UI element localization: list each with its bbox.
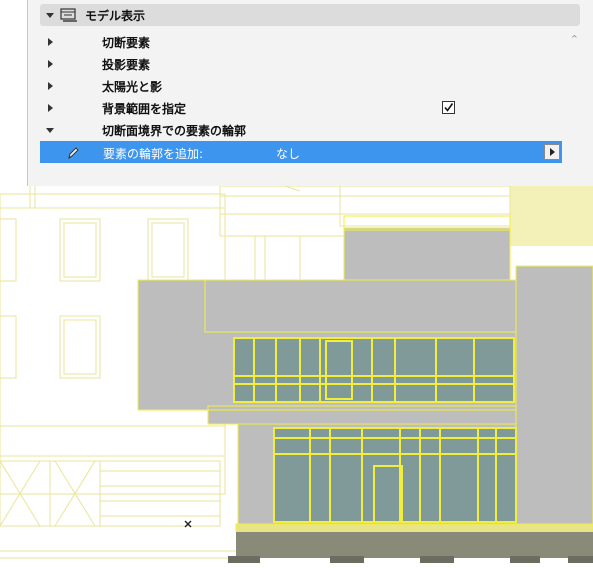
row-label: 切断要素 bbox=[102, 36, 151, 50]
expand-arrow-icon[interactable] bbox=[48, 82, 53, 90]
tree-row-cut-elements[interactable]: 切断要素 bbox=[40, 31, 560, 53]
background-range-checkbox[interactable] bbox=[442, 101, 455, 114]
right-column bbox=[515, 265, 593, 527]
collapse-arrow-icon[interactable] bbox=[46, 128, 54, 133]
pen-icon bbox=[66, 145, 80, 160]
collapse-arrow-icon[interactable] bbox=[46, 13, 54, 18]
row-label: 切断面境界での要素の輪郭 bbox=[102, 124, 247, 138]
row-label: 背景範囲を指定 bbox=[102, 102, 187, 116]
row-label: 太陽光と影 bbox=[102, 80, 163, 94]
value-popup-button[interactable] bbox=[544, 144, 560, 160]
section-header-model-display[interactable]: モデル表示 bbox=[40, 4, 580, 26]
elevation-drawing-viewport[interactable] bbox=[0, 186, 593, 568]
ground-base bbox=[236, 532, 593, 558]
tree-row-element-outline-at-cut-boundary[interactable]: 切断面境界での要素の輪郭 bbox=[40, 119, 560, 141]
tree-row-projected-elements[interactable]: 投影要素 bbox=[40, 53, 560, 75]
checkmark-icon bbox=[444, 103, 454, 112]
property-value[interactable]: なし bbox=[276, 145, 300, 162]
row-label: 投影要素 bbox=[102, 58, 151, 72]
arrow-right-icon bbox=[550, 148, 555, 156]
background-area bbox=[510, 186, 593, 246]
expand-arrow-icon[interactable] bbox=[48, 60, 53, 68]
expand-arrow-icon[interactable] bbox=[48, 38, 53, 46]
scroll-up-icon[interactable]: ⌃ bbox=[570, 33, 579, 46]
model-display-icon bbox=[60, 7, 78, 23]
building-elevation-drawing bbox=[0, 186, 593, 563]
tree-row-sun-and-shadow[interactable]: 太陽光と影 bbox=[40, 75, 560, 97]
add-element-outline-row[interactable]: 要素の輪郭を追加: なし bbox=[40, 141, 562, 163]
property-label: 要素の輪郭を追加: bbox=[103, 147, 204, 161]
model-display-panel: モデル表示 ⌃ 切断要素 投影要素 太陽光と影 背景範囲を指定 切断面境界での要… bbox=[27, 0, 593, 186]
upper-block bbox=[343, 227, 511, 281]
tree-row-background-range[interactable]: 背景範囲を指定 bbox=[40, 97, 560, 119]
section-title: モデル表示 bbox=[85, 9, 146, 23]
expand-arrow-icon[interactable] bbox=[48, 104, 53, 112]
